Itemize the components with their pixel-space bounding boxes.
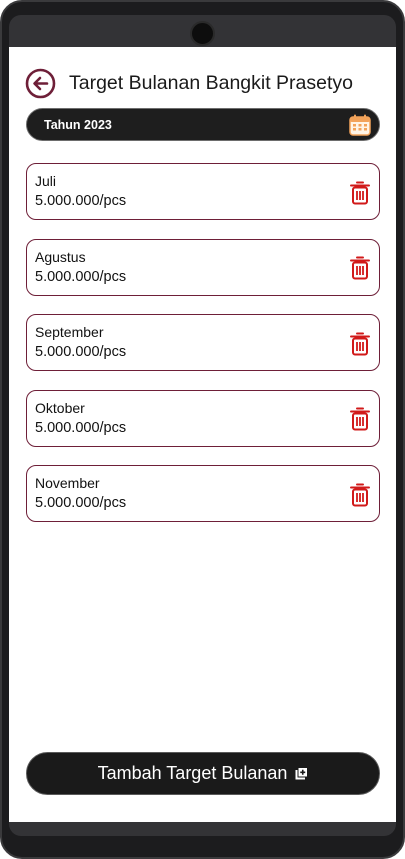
- calendar-icon[interactable]: [349, 114, 371, 136]
- target-value: 5.000.000/pcs: [35, 344, 127, 360]
- month-label: Agustus: [35, 248, 86, 265]
- year-selector[interactable]: Tahun 2023: [26, 108, 380, 141]
- month-label: September: [35, 324, 104, 340]
- camera-notch: [190, 21, 215, 46]
- bottom-bezel: [9, 822, 396, 836]
- delete-button[interactable]: [348, 406, 372, 432]
- year-label: Tahun 2023: [44, 117, 112, 132]
- target-list: Juli 5.000.000/pcs Agustus 5.000.000/pcs: [26, 163, 380, 541]
- target-card-oktober[interactable]: Oktober 5.000.000/pcs: [26, 389, 380, 447]
- trash-icon: [350, 256, 370, 280]
- target-value: 5.000.000/pcs: [35, 495, 127, 511]
- page-title: Target Bulanan Bangkit Prasetyo: [69, 71, 354, 94]
- target-card-agustus[interactable]: Agustus 5.000.000/pcs: [26, 238, 380, 296]
- add-target-button[interactable]: Tambah Target Bulanan: [26, 752, 380, 795]
- add-target-label: Tambah Target Bulanan: [97, 763, 288, 783]
- arrow-left-circle-icon: [25, 68, 56, 98]
- target-value: 5.000.000/pcs: [35, 268, 127, 285]
- month-label: November: [35, 475, 100, 491]
- delete-button[interactable]: [348, 255, 372, 281]
- target-card-juli[interactable]: Juli 5.000.000/pcs: [26, 163, 380, 220]
- target-value: 5.000.000/pcs: [35, 419, 127, 436]
- target-value: 5.000.000/pcs: [35, 193, 127, 209]
- target-card-november[interactable]: November 5.000.000/pcs: [26, 465, 380, 522]
- back-button[interactable]: [25, 68, 56, 99]
- delete-button[interactable]: [348, 330, 372, 356]
- trash-icon: [350, 483, 370, 506]
- month-label: Oktober: [35, 399, 85, 416]
- delete-button[interactable]: [348, 179, 372, 205]
- app-screen: Target Bulanan Bangkit Prasetyo Tahun 20…: [9, 47, 396, 822]
- delete-button[interactable]: [348, 481, 372, 507]
- trash-icon: [350, 407, 370, 431]
- month-label: Juli: [35, 173, 57, 189]
- trash-icon: [350, 332, 370, 355]
- trash-icon: [350, 181, 370, 204]
- header: Target Bulanan Bangkit Prasetyo: [25, 67, 385, 99]
- add-box-icon: [295, 767, 309, 780]
- target-card-september[interactable]: September 5.000.000/pcs: [26, 314, 380, 371]
